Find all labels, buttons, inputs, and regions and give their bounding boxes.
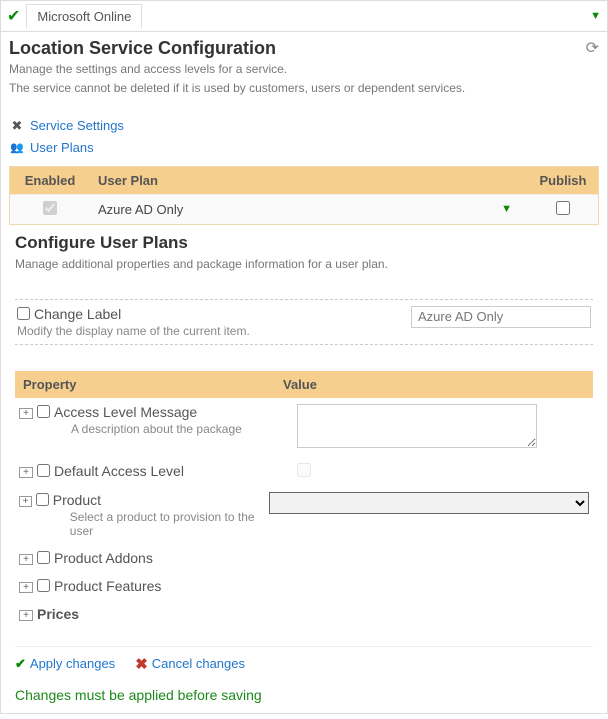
expand-icon[interactable]: +	[19, 467, 33, 478]
prop-label: Prices	[37, 606, 297, 622]
prop-label: Product Addons	[54, 550, 153, 566]
expand-icon[interactable]: +	[19, 408, 33, 419]
link-label: User Plans	[30, 140, 94, 155]
page-title: Location Service Configuration	[9, 38, 465, 59]
x-icon: ✖	[135, 655, 148, 673]
prop-checkbox[interactable]	[37, 464, 50, 477]
prop-label-row[interactable]: Product Addons	[37, 550, 297, 566]
users-icon: 👥	[9, 141, 25, 154]
link-label: Service Settings	[30, 118, 124, 133]
prop-hint: Select a product to provision to the use…	[70, 510, 269, 538]
prop-access-message: + Access Level Message A description abo…	[15, 398, 593, 457]
col-value: Value	[275, 371, 593, 398]
change-label-text: Change Label	[34, 306, 121, 322]
row-dropdown-icon[interactable]: ▼	[501, 203, 512, 215]
prop-label: Product Features	[54, 578, 161, 594]
prop-checkbox[interactable]	[37, 579, 50, 592]
prop-label: Product	[53, 492, 101, 508]
panel-header: Location Service Configuration Manage th…	[9, 38, 599, 97]
page-subtext-2: The service cannot be deleted if it is u…	[9, 80, 465, 97]
expand-icon[interactable]: +	[19, 582, 33, 593]
prop-label: Default Access Level	[54, 463, 184, 479]
apply-label: Apply changes	[30, 656, 115, 671]
col-property: Property	[15, 371, 275, 398]
apply-button[interactable]: ✔ Apply changes	[15, 655, 115, 673]
configure-subtext: Manage additional properties and package…	[15, 257, 593, 271]
prop-label-row[interactable]: Product Features	[37, 578, 297, 594]
property-table: Property Value + Access Level Message A …	[15, 371, 593, 628]
top-bar: ✔ Microsoft Online ▼	[0, 0, 608, 32]
publish-checkbox[interactable]	[556, 201, 570, 215]
prop-product: + Product Select a product to provision …	[15, 486, 593, 544]
cancel-button[interactable]: ✖ Cancel changes	[135, 655, 245, 673]
cancel-label: Cancel changes	[152, 656, 245, 671]
prop-label: Access Level Message	[54, 404, 197, 420]
prop-label-row[interactable]: Default Access Level	[37, 463, 297, 479]
table-row[interactable]: Azure AD Only ▼	[10, 194, 598, 224]
prop-features: + Product Features	[15, 572, 593, 600]
main-panel: Location Service Configuration Manage th…	[0, 32, 608, 714]
service-settings-link[interactable]: ✖ Service Settings	[9, 115, 599, 137]
access-message-textarea[interactable]	[297, 404, 537, 448]
change-label-hint: Modify the display name of the current i…	[17, 324, 411, 338]
prop-addons: + Product Addons	[15, 544, 593, 572]
col-publish: Publish	[528, 167, 598, 194]
expand-icon[interactable]: +	[19, 610, 33, 621]
link-section: ✖ Service Settings 👥 User Plans	[9, 115, 599, 158]
prop-label-row[interactable]: Product	[36, 492, 269, 508]
warning-text: Changes must be applied before saving	[15, 687, 593, 703]
service-tab[interactable]: Microsoft Online	[26, 4, 142, 28]
check-icon: ✔	[7, 6, 20, 26]
default-level-value	[297, 463, 311, 477]
change-label-section: Change Label Modify the display name of …	[15, 299, 593, 345]
plan-name: Azure AD Only	[98, 202, 183, 217]
action-bar: ✔ Apply changes ✖ Cancel changes	[15, 646, 593, 673]
property-header: Property Value	[15, 371, 593, 398]
expand-icon[interactable]: +	[19, 496, 32, 507]
page-subtext-1: Manage the settings and access levels fo…	[9, 61, 465, 78]
prop-checkbox[interactable]	[37, 405, 50, 418]
prop-checkbox[interactable]	[36, 493, 49, 506]
configure-title: Configure User Plans	[15, 233, 593, 253]
change-label-row[interactable]: Change Label	[17, 306, 411, 322]
col-enabled: Enabled	[10, 167, 90, 194]
prop-hint: A description about the package	[71, 422, 297, 436]
col-plan: User Plan	[90, 167, 528, 194]
enabled-checkbox	[43, 201, 57, 215]
prop-default-level: + Default Access Level	[15, 457, 593, 486]
check-icon: ✔	[15, 656, 26, 672]
change-label-checkbox[interactable]	[17, 307, 30, 320]
user-plans-link[interactable]: 👥 User Plans	[9, 137, 599, 158]
product-select[interactable]	[269, 492, 589, 514]
label-value-input	[411, 306, 591, 328]
user-plans-table: Enabled User Plan Publish Azure AD Only …	[9, 166, 599, 225]
wrench-icon: ✖	[9, 118, 25, 134]
refresh-icon[interactable]: ⟳	[586, 38, 599, 58]
prop-label-row[interactable]: Access Level Message	[37, 404, 297, 420]
configure-panel: Configure User Plans Manage additional p…	[15, 233, 593, 703]
prop-checkbox[interactable]	[37, 551, 50, 564]
dropdown-icon[interactable]: ▼	[590, 10, 601, 22]
prop-prices: + Prices	[15, 600, 593, 628]
table-header: Enabled User Plan Publish	[10, 167, 598, 194]
expand-icon[interactable]: +	[19, 554, 33, 565]
